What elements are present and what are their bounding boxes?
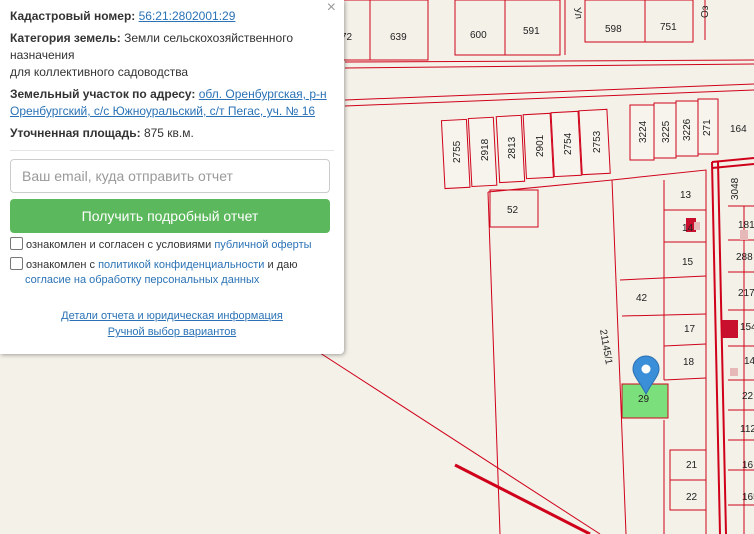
privacy-checkbox[interactable] (10, 257, 23, 270)
address-row: Земельный участок по адресу: обл. Оренбу… (10, 86, 334, 120)
parcel-label: 2813 (507, 136, 518, 159)
parcel-label: 3225 (661, 120, 672, 143)
selected-parcel-label: 29 (638, 394, 650, 405)
public-offer-link[interactable]: публичной оферты (214, 239, 311, 251)
cadastral-row: Кадастровый номер: 56:21:2802001:29 (10, 8, 334, 25)
cadastral-label: Кадастровый номер: (10, 9, 136, 23)
parcel-label: 16 (742, 460, 754, 471)
parcel-label: 21 (686, 460, 698, 471)
privacy-consent-text-b: и даю (267, 259, 298, 271)
address-link-2[interactable]: Оренбургский, с/с Южноуральский, с/т Пег… (10, 104, 315, 118)
parcel-label: 3224 (638, 120, 649, 143)
address-label: Земельный участок по адресу: (10, 87, 196, 101)
parcel-label: 2753 (592, 130, 603, 153)
parcel-info-panel: × Кадастровый номер: 56:21:2802001:29 Ка… (0, 0, 344, 354)
parcel-label: 598 (605, 24, 622, 35)
parcel-label: 2755 (452, 140, 463, 163)
privacy-policy-link[interactable]: политикой конфиденциальности (98, 259, 264, 271)
category-value-1: Земли сельскохозяйственного (124, 31, 294, 45)
area-row: Уточненная площадь: 875 кв.м. (10, 125, 334, 151)
parcel-label: 52 (507, 205, 519, 216)
parcel-label: 17 (684, 324, 696, 335)
parcel-label: 14 (682, 223, 694, 234)
offer-checkbox[interactable] (10, 237, 23, 250)
parcel-label: 164 (730, 124, 747, 135)
parcel-label: 13 (680, 190, 692, 201)
parcel-label: 2901 (535, 134, 546, 157)
privacy-consent-text-a: ознакомлен с (26, 259, 96, 271)
privacy-consent: ознакомлен с политикой конфиденциальност… (10, 257, 334, 288)
cadastral-number-link[interactable]: 56:21:2802001:29 (139, 9, 236, 23)
parcel-label: 181 (738, 220, 754, 231)
manual-selection-link[interactable]: Ручной выбор вариантов (10, 324, 334, 340)
parcel-label: 112 (740, 424, 754, 435)
parcel-label: 639 (390, 32, 407, 43)
parcel-label: 751 (660, 22, 677, 33)
parcel-label: 14 (744, 356, 754, 367)
parcel-label: 15 (682, 257, 694, 268)
parcel-label: 42 (636, 293, 648, 304)
parcel-label: 22 (686, 492, 698, 503)
street-label: Ул (571, 7, 584, 20)
parcel-label: 3226 (682, 118, 693, 141)
email-input[interactable]: Ваш email, куда отправить отчет (10, 159, 330, 193)
parcel-label: 18 (683, 357, 695, 368)
area-value: 875 кв.м. (143, 126, 194, 140)
parcel-label: 288 (736, 252, 753, 263)
category-value-3: для коллективного садоводства (10, 65, 189, 79)
parcel-label: 2918 (480, 138, 491, 161)
parcel-label: 217 (738, 288, 754, 299)
parcel-label: 22 (742, 391, 754, 402)
close-icon[interactable]: × (327, 0, 336, 16)
address-link-1[interactable]: обл. Оренбургская, р-н (199, 87, 327, 101)
parcel-label: 271 (702, 119, 713, 136)
category-label: Категория земель: (10, 31, 121, 45)
offer-consent: ознакомлен и согласен с условиями публич… (10, 237, 334, 253)
category-row: Категория земель: Земли сельскохозяйстве… (10, 30, 334, 81)
street-label: Оз (700, 5, 711, 18)
category-value-2: назначения (10, 48, 75, 62)
offer-consent-text: ознакомлен и согласен с условиями (26, 239, 212, 251)
parcel-label: 591 (523, 26, 540, 37)
parcel-label: 154 (740, 322, 754, 333)
parcel-label: 165 (742, 492, 754, 503)
area-label: Уточненная площадь: (10, 126, 141, 140)
data-processing-consent-link[interactable]: согласие на обработку персональных данны… (25, 274, 259, 286)
parcel-label: 2754 (563, 132, 574, 155)
get-report-button[interactable]: Получить подробный отчет (10, 199, 330, 233)
report-details-link[interactable]: Детали отчета и юридическая информация (10, 308, 334, 324)
parcel-label: 3048 (730, 177, 741, 200)
footer-links: Детали отчета и юридическая информация Р… (10, 308, 334, 340)
parcel-label: 600 (470, 30, 487, 41)
